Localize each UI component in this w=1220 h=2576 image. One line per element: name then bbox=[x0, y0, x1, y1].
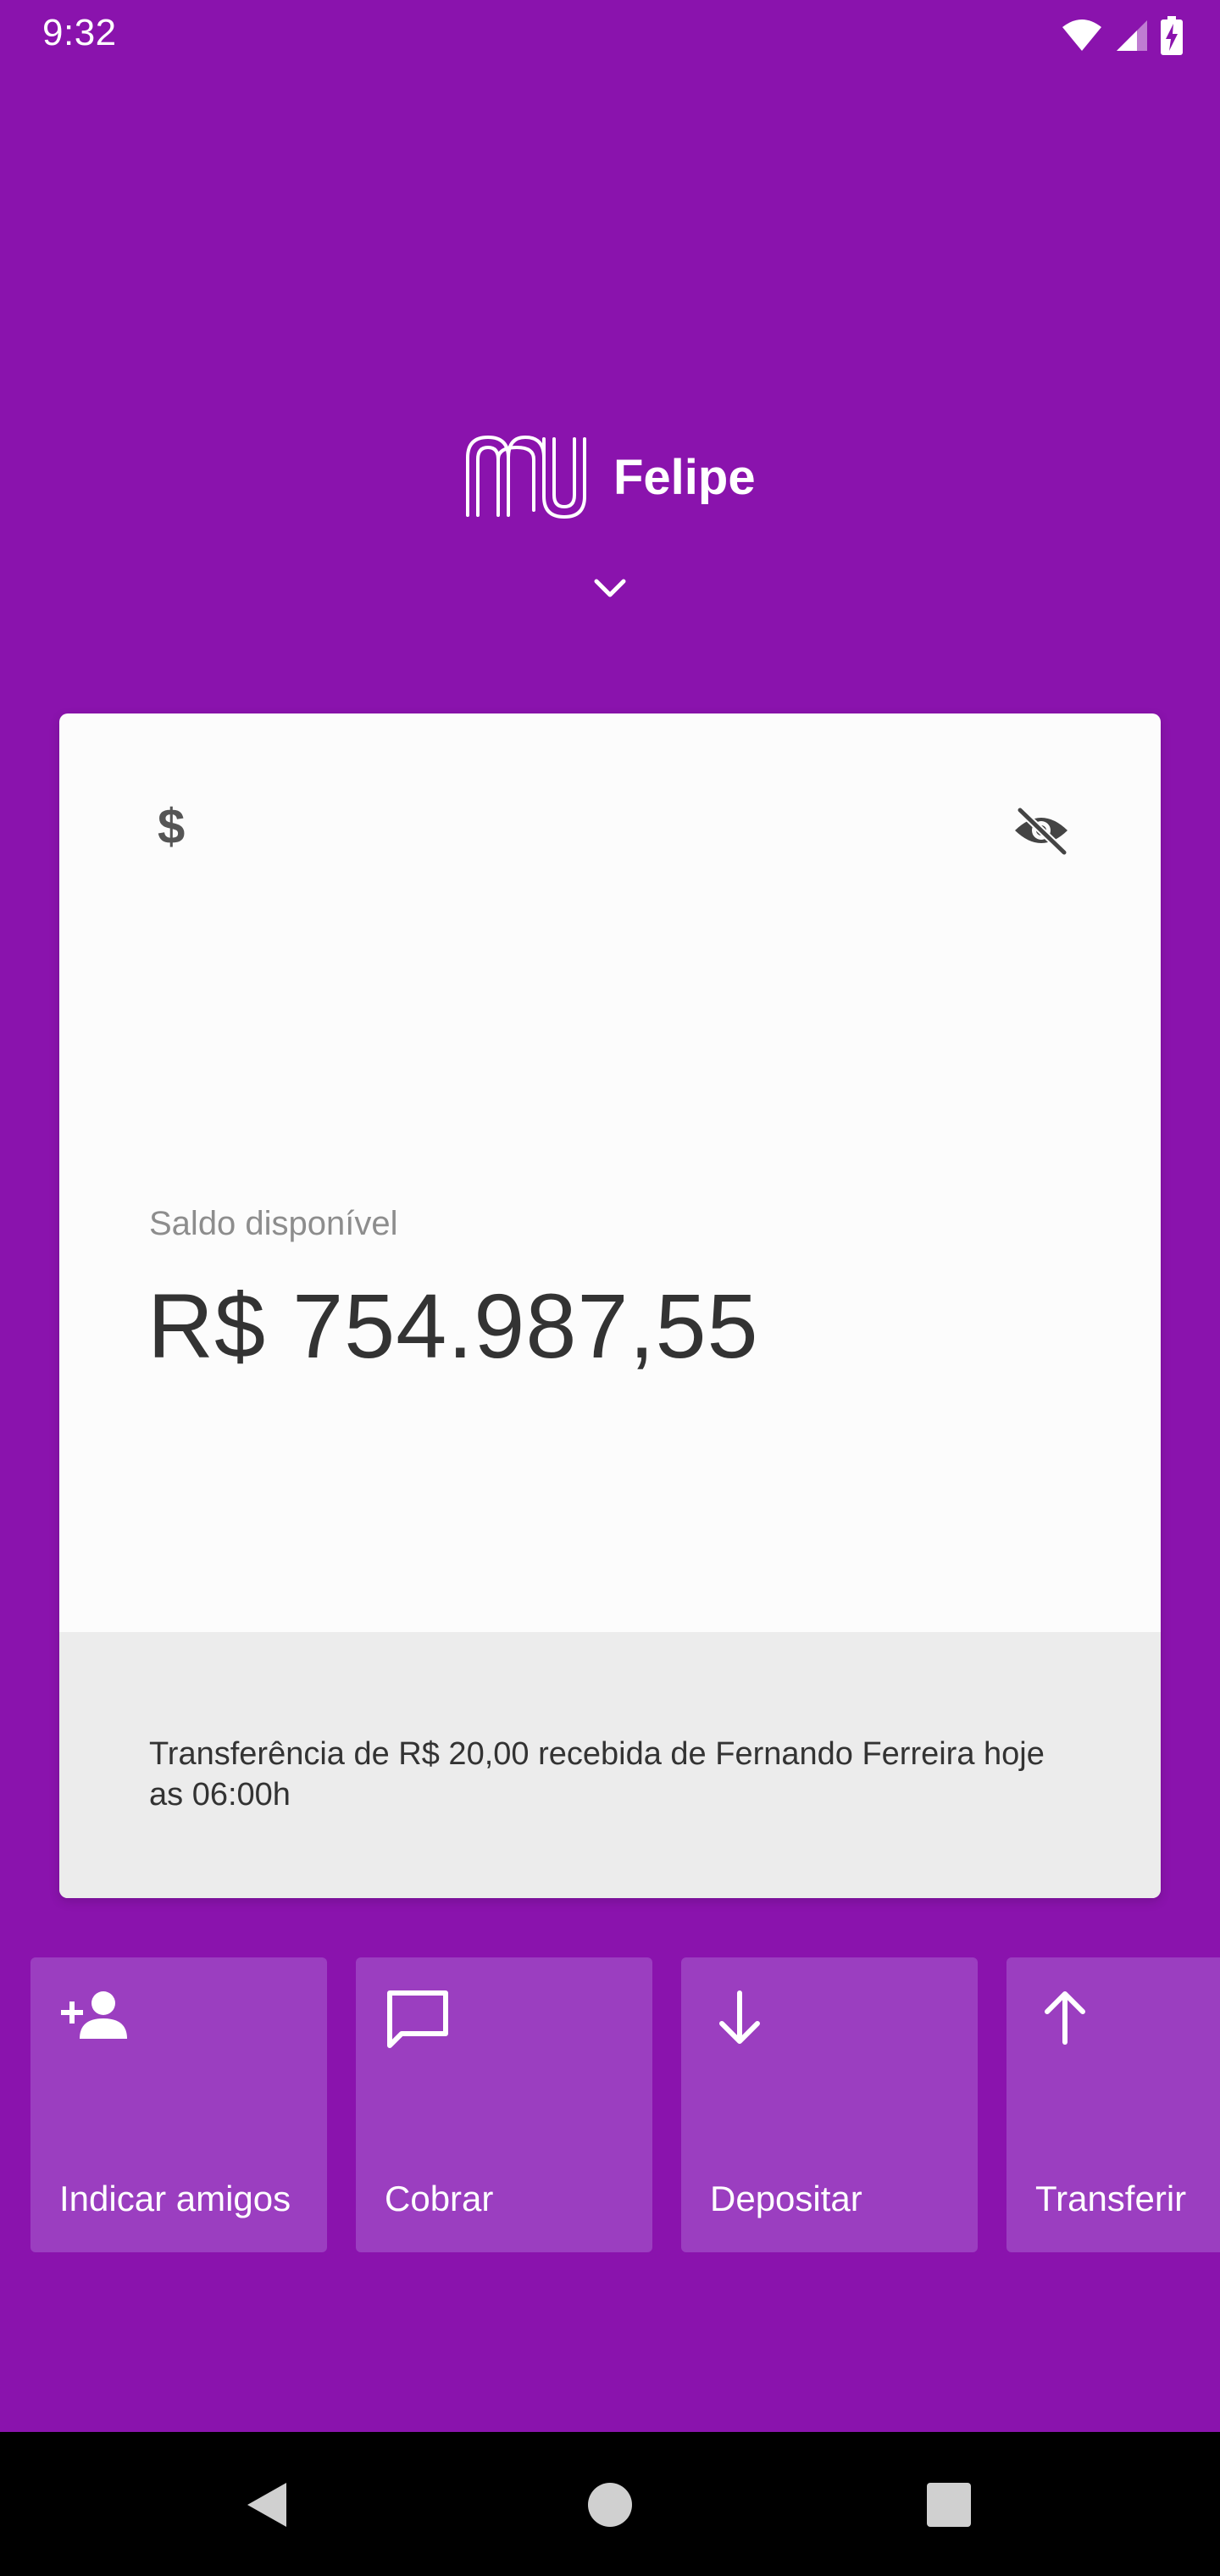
navigation-bar bbox=[0, 2432, 1220, 2576]
chat-bubble-icon bbox=[387, 1990, 448, 2048]
card-footer[interactable]: Transferência de R$ 20,00 recebida de Fe… bbox=[59, 1632, 1161, 1898]
recents-icon[interactable] bbox=[925, 2481, 973, 2529]
account-switcher[interactable]: Felipe bbox=[464, 432, 756, 522]
shortcut-cobrar[interactable]: Cobrar bbox=[356, 1957, 652, 2252]
shortcut-label: Transferir bbox=[1035, 2179, 1187, 2218]
balance-value: R$ 754.987,55 bbox=[147, 1274, 759, 1377]
shortcut-label: Cobrar bbox=[385, 2179, 494, 2218]
battery-charging-icon bbox=[1161, 16, 1183, 55]
wifi-icon bbox=[1062, 19, 1101, 51]
eye-off-icon[interactable] bbox=[1012, 805, 1071, 856]
nu-logo bbox=[466, 435, 586, 519]
chevron-down-icon[interactable] bbox=[588, 575, 632, 602]
cellular-signal-icon bbox=[1117, 20, 1147, 51]
shortcut-row[interactable]: Indicar amigos Cobrar Depositar Transfer… bbox=[0, 1957, 1220, 2254]
shortcut-depositar[interactable]: Depositar bbox=[681, 1957, 978, 2252]
balance-label: Saldo disponível bbox=[149, 1205, 398, 1242]
account-name: Felipe bbox=[613, 449, 756, 505]
status-bar: 9:32 bbox=[0, 0, 1220, 71]
status-time: 9:32 bbox=[42, 12, 117, 53]
person-add-icon bbox=[61, 1991, 127, 2039]
shortcut-label: Depositar bbox=[710, 2179, 862, 2218]
home-icon[interactable] bbox=[586, 2481, 634, 2529]
status-icons bbox=[1061, 14, 1183, 58]
shortcut-transferir[interactable]: Transferir bbox=[1006, 1957, 1220, 2252]
dollar-icon: $ bbox=[158, 799, 186, 854]
arrow-down-icon bbox=[719, 1990, 760, 2044]
balance-card[interactable]: $ Saldo disponível R$ 754.987,55 Transfe… bbox=[59, 713, 1161, 1898]
arrow-up-icon bbox=[1045, 1991, 1085, 2045]
shortcut-label: Indicar amigos bbox=[59, 2179, 291, 2218]
shortcut-indicar-amigos[interactable]: Indicar amigos bbox=[30, 1957, 327, 2252]
back-icon[interactable] bbox=[242, 2479, 293, 2530]
transfer-notice: Transferência de R$ 20,00 recebida de Fe… bbox=[149, 1736, 1045, 1813]
